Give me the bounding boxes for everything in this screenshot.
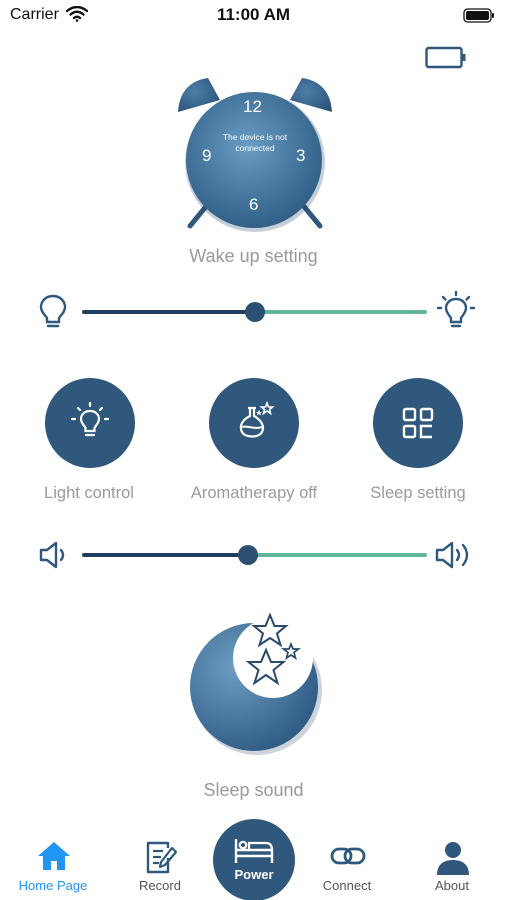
link-icon: [330, 847, 366, 865]
volume-track-remaining: [248, 553, 427, 557]
brightness-track-remaining: [255, 310, 427, 314]
sleep-sound-button[interactable]: [180, 610, 330, 760]
brightness-slider[interactable]: [82, 302, 427, 322]
tab-about[interactable]: About: [402, 840, 502, 900]
brightness-slider-thumb[interactable]: [245, 302, 265, 322]
aromatherapy-button[interactable]: [209, 378, 299, 468]
sleep-setting-label: Sleep setting: [370, 484, 466, 502]
tab-home-label: Home Page: [18, 878, 88, 893]
status-bar: Carrier 11:00 AM: [0, 0, 507, 32]
sleep-sound-label: Sleep sound: [203, 780, 304, 800]
battery-icon: [463, 8, 494, 23]
speaker-low-icon: [39, 541, 65, 569]
alarm-clock[interactable]: 12 9 3 6 The device is not connected: [170, 68, 340, 238]
tab-record-label: Record: [139, 878, 181, 893]
light-control-label: Light control: [44, 484, 134, 502]
bulb-off-icon: [39, 294, 67, 328]
device-battery-icon: [425, 46, 466, 69]
wake-up-setting-label: Wake up setting: [189, 246, 318, 266]
brightness-track-filled: [82, 310, 255, 314]
aromatherapy-label: Aromatherapy off: [190, 484, 318, 502]
bottom-tab-bar: Home Page Record Power Connect About: [0, 810, 507, 900]
tab-connect[interactable]: Connect: [297, 840, 397, 900]
sleep-setting-button[interactable]: [373, 378, 463, 468]
tab-record[interactable]: Record: [110, 840, 210, 900]
moon-stars-icon: [190, 612, 322, 755]
status-time: 11:00 AM: [216, 5, 291, 24]
clock-number-6: 6: [249, 195, 259, 214]
volume-slider[interactable]: [82, 545, 427, 565]
grid-settings-icon: [402, 407, 434, 439]
user-icon: [437, 842, 469, 875]
volume-slider-thumb[interactable]: [238, 545, 258, 565]
light-bulb-icon: [70, 401, 110, 437]
bulb-on-icon: [436, 290, 476, 328]
power-button[interactable]: Power: [213, 819, 295, 900]
volume-track-filled: [82, 553, 248, 557]
home-icon: [38, 842, 70, 870]
tab-about-label: About: [435, 878, 469, 893]
power-label: Power: [234, 867, 274, 882]
tab-connect-label: Connect: [322, 878, 372, 893]
clock-number-12: 12: [243, 97, 262, 116]
record-icon: [146, 841, 178, 874]
device-status-message: The device is not connected: [222, 132, 288, 153]
aroma-bottle-icon: [239, 400, 275, 438]
speaker-high-icon: [435, 541, 469, 569]
light-control-button[interactable]: [45, 378, 135, 468]
tab-home[interactable]: Home Page: [3, 840, 103, 900]
bed-icon: [234, 839, 274, 863]
